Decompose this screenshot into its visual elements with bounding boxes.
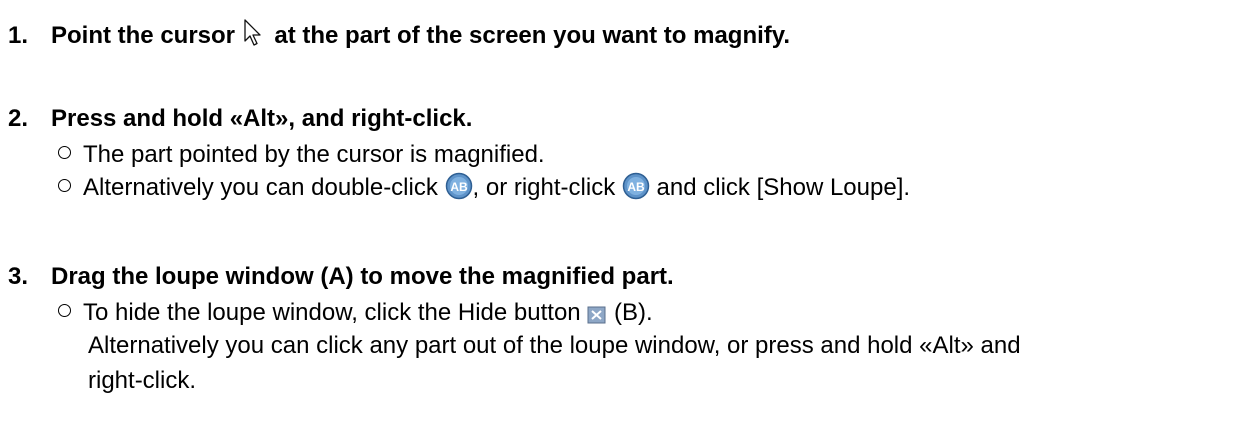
bullet-text: The part pointed by the cursor is magnif…: [83, 141, 545, 168]
svg-text:AB: AB: [450, 180, 468, 194]
hide-button-icon: [587, 306, 606, 324]
bullet-text: Alternatively you can double-click: [83, 174, 438, 201]
step-text-continued: at the part of the screen you want to ma…: [274, 22, 790, 49]
bullet-marker: [58, 146, 71, 159]
bullet-text: and click [Show Loupe].: [656, 174, 911, 201]
step-2: 2. Press and hold «Alt», and right-click.: [8, 104, 472, 134]
svg-text:AB: AB: [627, 180, 645, 194]
step-text: Press and hold «Alt», and right-click.: [51, 105, 473, 132]
bullet-marker: [58, 304, 71, 317]
step-number: 1.: [8, 22, 29, 49]
bullet-item: The part pointed by the cursor is magnif…: [58, 140, 545, 170]
bullet-item: Alternatively you can double-click AB , …: [58, 172, 910, 203]
bullet-text: (B).: [614, 299, 653, 326]
step-number: 2.: [8, 105, 29, 132]
ab-loupe-icon: AB: [445, 172, 472, 200]
step-3: 3. Drag the loupe window (A) to move the …: [8, 262, 674, 292]
step-number: 3.: [8, 263, 29, 290]
bullet-text: , or right-click: [472, 174, 616, 201]
bullet-item: To hide the loupe window, click the Hide…: [58, 298, 653, 328]
cursor-arrow-icon: [244, 19, 261, 46]
ab-loupe-icon: AB: [622, 172, 650, 200]
step-text: Drag the loupe window (A) to move the ma…: [51, 263, 674, 290]
step-text: Point the cursor: [51, 22, 236, 49]
bullet-text: To hide the loupe window, click the Hide…: [83, 299, 581, 326]
step-1: 1. Point the cursor at the part of the sc…: [8, 18, 790, 51]
bullet-continuation: right-click.: [88, 367, 197, 394]
bullet-continuation: Alternatively you can click any part out…: [88, 332, 1021, 359]
bullet-marker: [58, 179, 71, 192]
